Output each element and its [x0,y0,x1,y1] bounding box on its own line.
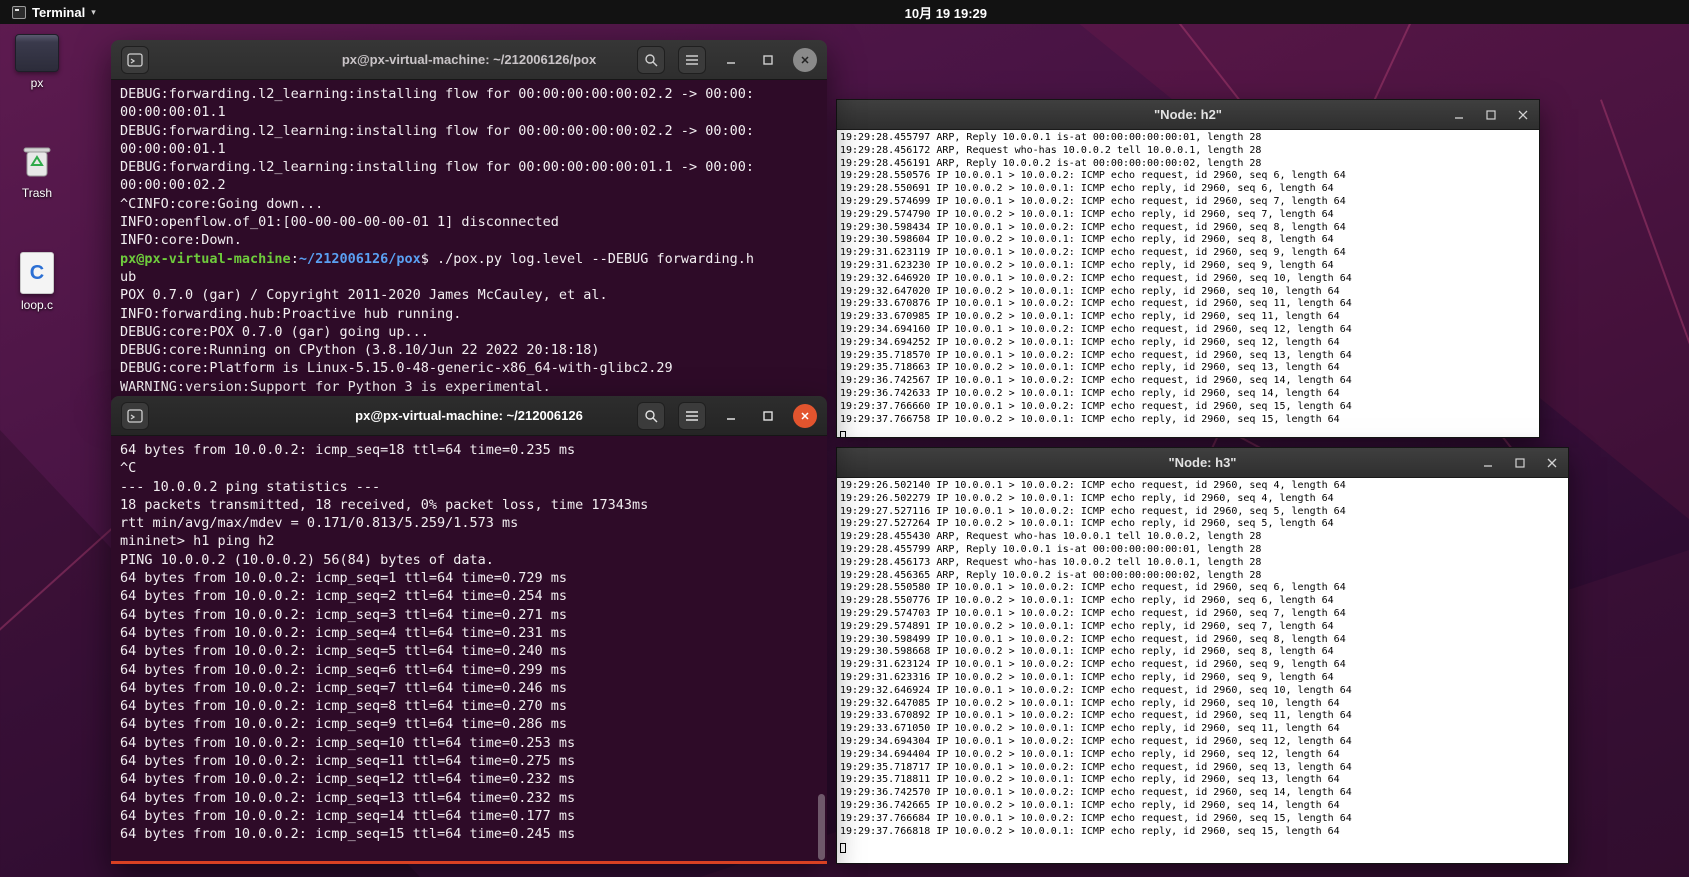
window-title: px@px-virtual-machine: ~/212006126/pox [341,52,597,67]
terminal-output-area[interactable]: DEBUG:forwarding.l2_learning:installing … [111,80,827,400]
top-bar: Terminal ▾ 10月 19 19:29 [0,0,1689,24]
minimize-button[interactable] [1451,107,1467,123]
titlebar[interactable]: px@px-virtual-machine: ~/212006126 [111,396,827,436]
tcpdump-output: 19:29:28.455797 ARP, Reply 10.0.0.1 is-a… [840,132,1352,425]
scrollbar-thumb[interactable] [818,794,825,860]
home-folder-icon [15,34,59,72]
terminal-output: ub POX 0.7.0 (gar) / Copyright 2011-2020… [120,268,673,395]
prompt-suffix: $ [420,250,438,267]
prompt-user: px@px-virtual-machine [120,250,291,267]
maximize-button[interactable] [756,48,780,72]
maximize-icon [763,54,773,65]
prompt-path: ~/212006126/pox [298,250,421,267]
close-icon [801,411,809,420]
wallpaper-decoration [1600,99,1689,570]
search-button[interactable] [637,401,665,430]
maximize-icon [1515,457,1525,468]
titlebar[interactable]: "Node: h3" [837,448,1568,478]
window-title: px@px-virtual-machine: ~/212006126 [355,408,583,423]
tcpdump-output: 19:29:26.502140 IP 10.0.0.1 > 10.0.0.2: … [840,480,1352,837]
maximize-icon [763,410,773,421]
close-button[interactable] [1515,107,1531,123]
xterm-window-h3: "Node: h3" 19:29:26.502140 IP 10.0.0.1 > [836,447,1569,864]
close-icon [1547,458,1557,467]
window-title: "Node: h2" [1154,107,1222,122]
window-title: "Node: h3" [1168,455,1237,470]
desktop-icon-loop-c[interactable]: C loop.c [6,252,68,312]
xterm-output-area[interactable]: 19:29:26.502140 IP 10.0.0.1 > 10.0.0.2: … [837,478,1568,863]
terminal-window-icon [127,408,143,423]
wallpaper-decoration [0,520,122,857]
close-button[interactable] [793,403,817,428]
new-terminal-tab-button[interactable] [121,401,149,430]
terminal-cursor [840,430,846,437]
search-button[interactable] [637,45,665,74]
menu-button[interactable] [678,45,706,74]
maximize-icon [1486,109,1496,120]
menu-button[interactable] [678,401,706,430]
search-icon [645,53,658,66]
terminal-window-icon [127,52,143,67]
close-icon [1518,110,1528,119]
app-menu-label: Terminal [32,4,86,20]
new-terminal-tab-button[interactable] [121,45,149,74]
close-button[interactable] [793,47,817,72]
desktop-icon-label: px [30,76,44,90]
desktop-icon-label: loop.c [20,298,54,312]
chevron-down-icon: ▾ [91,6,96,17]
trash-icon [17,142,57,182]
terminal-window-pox: px@px-virtual-machine: ~/212006126/pox D… [111,40,827,400]
minimize-button[interactable] [719,48,743,72]
desktop-icon-trash[interactable]: Trash [6,142,68,200]
c-source-file-icon: C [20,252,54,294]
hamburger-menu-icon [686,410,698,421]
desktop: { "topbar": { "app_menu_label": "Termina… [0,0,1689,877]
clock[interactable]: 10月 19 19:29 [905,3,987,22]
app-menu-terminal[interactable]: Terminal ▾ [0,0,108,24]
minimize-icon [727,417,735,420]
terminal-window-mininet: px@px-virtual-machine: ~/212006126 64 by… [111,396,827,864]
prompt-command: ./pox.py log.level --DEBUG forwarding.h [437,250,754,267]
terminal-prompt-line: px@px-virtual-machine:~/212006126/pox$ .… [120,250,827,268]
terminal-output: 64 bytes from 10.0.0.2: icmp_seq=18 ttl=… [120,442,649,843]
terminal-cursor [840,842,846,853]
desktop-icon-px[interactable]: px [6,34,68,90]
maximize-button[interactable] [1512,455,1528,471]
desktop-icon-label: Trash [21,186,53,200]
minimize-button[interactable] [1480,455,1496,471]
maximize-button[interactable] [756,404,780,428]
minimize-icon [727,61,735,64]
desktop-icon-column: px Trash C loop.c [6,34,68,364]
xterm-window-h2: "Node: h2" 19:29:28.455797 ARP, Reply 10 [836,99,1540,438]
minimize-icon [1484,464,1492,467]
prompt-separator: : [290,250,299,267]
terminal-output: DEBUG:forwarding.l2_learning:installing … [120,86,754,249]
close-icon [801,55,809,64]
minimize-icon [1455,116,1463,119]
terminal-output-area[interactable]: 64 bytes from 10.0.0.2: icmp_seq=18 ttl=… [111,436,827,861]
xterm-output-area[interactable]: 19:29:28.455797 ARP, Reply 10.0.0.1 is-a… [837,130,1539,437]
terminal-app-icon [12,5,26,19]
close-button[interactable] [1544,455,1560,471]
search-icon [645,409,658,422]
titlebar[interactable]: "Node: h2" [837,100,1539,130]
titlebar[interactable]: px@px-virtual-machine: ~/212006126/pox [111,40,827,80]
hamburger-menu-icon [686,54,698,65]
minimize-button[interactable] [719,404,743,428]
maximize-button[interactable] [1483,107,1499,123]
